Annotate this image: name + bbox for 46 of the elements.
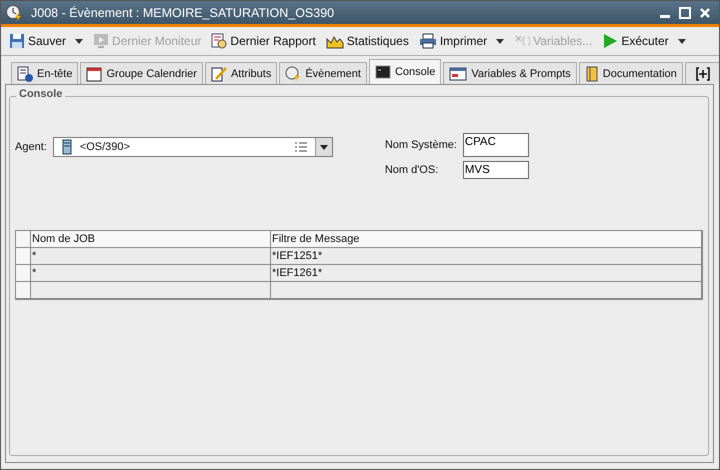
tab[interactable]: Documentation [578,62,683,84]
tab[interactable]: En-tête [11,62,78,84]
add-tab-button[interactable] [684,62,719,84]
row-header[interactable] [16,248,31,264]
list-icon [294,142,307,152]
toolbar-button[interactable]: Imprimer [414,31,508,51]
column-header[interactable]: Nom de JOB [31,231,271,247]
os-name-field[interactable]: MVS [462,161,529,179]
table-cell[interactable]: * [31,265,271,281]
agent-dropdown[interactable]: <OS/390> [52,137,333,157]
group-title: Console [16,88,66,100]
field-label: Agent: [15,141,47,153]
tab[interactable]: Console [368,59,442,84]
toolbar-button[interactable]: Exécuter [598,31,690,51]
close-icon[interactable] [699,6,711,18]
tab[interactable]: Évènement [279,62,367,84]
variables-window-icon [449,66,468,80]
book-icon [584,66,599,82]
system-name-field[interactable]: CPAC [462,133,529,157]
column-header[interactable]: Filtre de Message [271,231,702,247]
server-icon [62,139,72,155]
terminal-icon [374,65,391,79]
report-clock-icon [211,33,228,49]
row-header[interactable] [16,282,31,298]
tab[interactable]: Variables & Prompts [443,62,577,84]
table-cell[interactable]: *IEF1251* [271,248,702,264]
row-header[interactable] [16,265,31,281]
calendar-icon [86,66,102,82]
monitor-icon [93,33,110,49]
document-pencil-icon [210,66,227,82]
caret-icon [320,144,328,150]
play-icon [602,33,618,49]
maximize-icon[interactable] [679,6,691,18]
toolbar-button[interactable]: Dernier Rapport [207,31,320,51]
toolbar-button[interactable]: Sauver [5,31,88,51]
field-label: Nom Système: [384,139,458,151]
window-title: J008 - Évènement : MEMOIRE_SATURATION_OS390 [31,6,334,20]
tab[interactable]: Groupe Calendrier [80,62,203,84]
field-label: Nom d'OS: [384,164,440,176]
table-cell[interactable]: * [31,248,271,264]
tab[interactable]: Attributs [204,62,278,84]
table-cell[interactable]: *IEF1261* [271,265,702,281]
printer-icon [418,33,437,49]
toolbar-button[interactable]: Statistiques [322,31,413,51]
plus-icon [694,66,711,82]
document-info-icon [17,66,33,82]
